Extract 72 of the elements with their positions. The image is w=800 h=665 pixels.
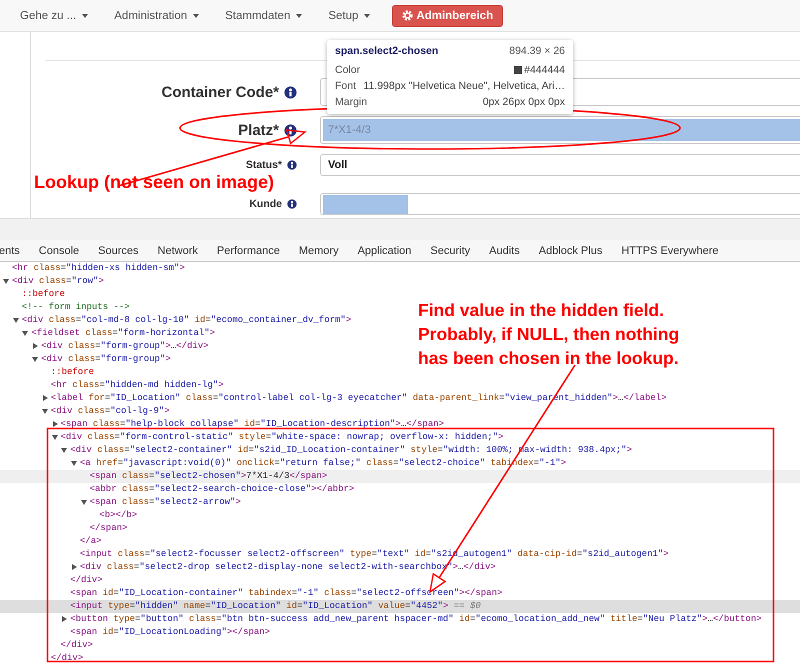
field-label: Platz* xyxy=(238,122,279,138)
menu-link[interactable]: Gehe zu ... xyxy=(20,10,88,22)
devtools-tab[interactable]: Security xyxy=(430,244,470,256)
caret-icon xyxy=(296,14,302,18)
code-line[interactable]: <fieldset class="form-horizontal"> xyxy=(0,327,216,340)
code-line[interactable]: <div class="col-lg-9"> xyxy=(0,405,170,418)
triangle-down-icon[interactable] xyxy=(80,498,87,505)
triangle-down-icon[interactable] xyxy=(3,278,9,284)
input-field[interactable]: Voll xyxy=(320,154,800,176)
code-line[interactable]: <div class="form-group"> xyxy=(0,353,171,366)
code-line[interactable]: <span id="ID_Location-container" tabindex="-1" class="select2-offscreen"></span> xyxy=(0,587,502,600)
caret-icon xyxy=(193,14,200,18)
info-icon xyxy=(287,199,297,209)
gear-icon xyxy=(402,10,414,21)
triangle-right-icon[interactable] xyxy=(70,564,77,570)
code-line[interactable]: <div class="row"> xyxy=(0,275,104,288)
code-line[interactable]: <!-- form inputs --> xyxy=(0,301,130,314)
code-line[interactable]: <b></b> xyxy=(0,509,138,522)
code-line[interactable]: <span class="help-block collapse" id="ID_Location-description">…</span> xyxy=(0,418,444,431)
admin-button[interactable]: Adminbereich xyxy=(392,4,504,26)
code-line[interactable]: <hr class="hidden-md hidden-lg"> xyxy=(0,379,224,392)
property-value: #444444 xyxy=(524,64,565,76)
caret-icon xyxy=(364,14,370,18)
triangle-right-icon[interactable] xyxy=(52,420,58,427)
triangle-right-icon[interactable] xyxy=(61,616,68,622)
property-name: Color xyxy=(335,64,360,76)
code-line[interactable]: </div> xyxy=(0,639,93,652)
triangle-right-icon[interactable] xyxy=(32,342,38,349)
info-icon xyxy=(284,124,297,136)
property-value: 11.998px "Helvetica Neue", Helvetica, Ari… xyxy=(363,80,565,92)
input-field[interactable] xyxy=(320,193,800,215)
code-line[interactable]: <div class="form-group">…</div> xyxy=(0,340,209,353)
devtools-tab[interactable]: Memory xyxy=(298,244,339,256)
menu-link[interactable]: Stammdaten xyxy=(225,10,302,22)
code-line[interactable]: </a> xyxy=(0,535,102,548)
devtools-tab[interactable]: Performance xyxy=(216,244,280,256)
info-icon xyxy=(287,160,297,170)
devtools-tab[interactable]: Adblock Plus xyxy=(538,244,602,256)
element-selector: span.select2-chosen xyxy=(335,45,438,57)
code-line[interactable]: <div class="form-control-static" style="white-space: nowrap; overflow-x: hidden;"> xyxy=(0,431,504,444)
triangle-down-icon[interactable] xyxy=(32,356,38,362)
menu-link[interactable]: Administration xyxy=(114,10,200,22)
triangle-down-icon[interactable] xyxy=(42,408,48,414)
code-line[interactable]: ::before xyxy=(0,288,65,301)
code-line[interactable]: <button type="button" class="btn btn-success add_new_parent hspacer-md" id="ecomo_location_add_new" title="Neu Platz">…</button> xyxy=(0,613,762,626)
code-line[interactable]: <abbr class="select2-search-choice-close"></abbr> xyxy=(0,483,354,496)
code-line[interactable]: </div> xyxy=(0,652,84,665)
devtools-tab[interactable]: Application xyxy=(358,244,412,256)
element-size: 894.39 × 26 xyxy=(509,45,565,57)
devtools-tab[interactable]: HTTPS Everywhere xyxy=(621,244,719,256)
code-line[interactable]: ::before xyxy=(0,366,94,379)
code-line[interactable]: <span class="select2-arrow"> xyxy=(0,496,241,509)
property-name: Font xyxy=(335,80,356,92)
annotation-text: Find value in the hidden field. Probably, if NULL, then nothing has been chosen in the lookup. xyxy=(418,299,680,370)
property-name: Margin xyxy=(335,96,368,108)
info-icon xyxy=(284,86,297,98)
code-line[interactable]: </div> xyxy=(0,574,103,587)
devtools-tab[interactable]: Network xyxy=(158,244,198,256)
code-line[interactable]: <span id="ID_LocationLoading"></span> xyxy=(0,626,270,639)
code-line[interactable]: <hr class="hidden-xs hidden-sm"> xyxy=(0,262,185,275)
property-value: 0px 26px 0px 0px xyxy=(482,96,565,108)
devtools-tab[interactable]: Console xyxy=(38,244,80,256)
devtools-tab[interactable]: Sources xyxy=(98,244,139,256)
triangle-right-icon[interactable] xyxy=(42,394,48,401)
menu-link[interactable]: Setup xyxy=(328,10,370,22)
caret-icon xyxy=(82,14,88,18)
field-label: Container Code* xyxy=(161,84,279,100)
field-label: Status* xyxy=(246,159,282,171)
field-label: Kunde xyxy=(249,198,282,210)
devtools-tab[interactable]: Audits xyxy=(489,244,520,256)
code-line[interactable]: </span> xyxy=(0,522,128,535)
code-line[interactable]: <div class="col-md-8 col-lg-10" id="ecomo_container_dv_form"> xyxy=(0,314,352,327)
